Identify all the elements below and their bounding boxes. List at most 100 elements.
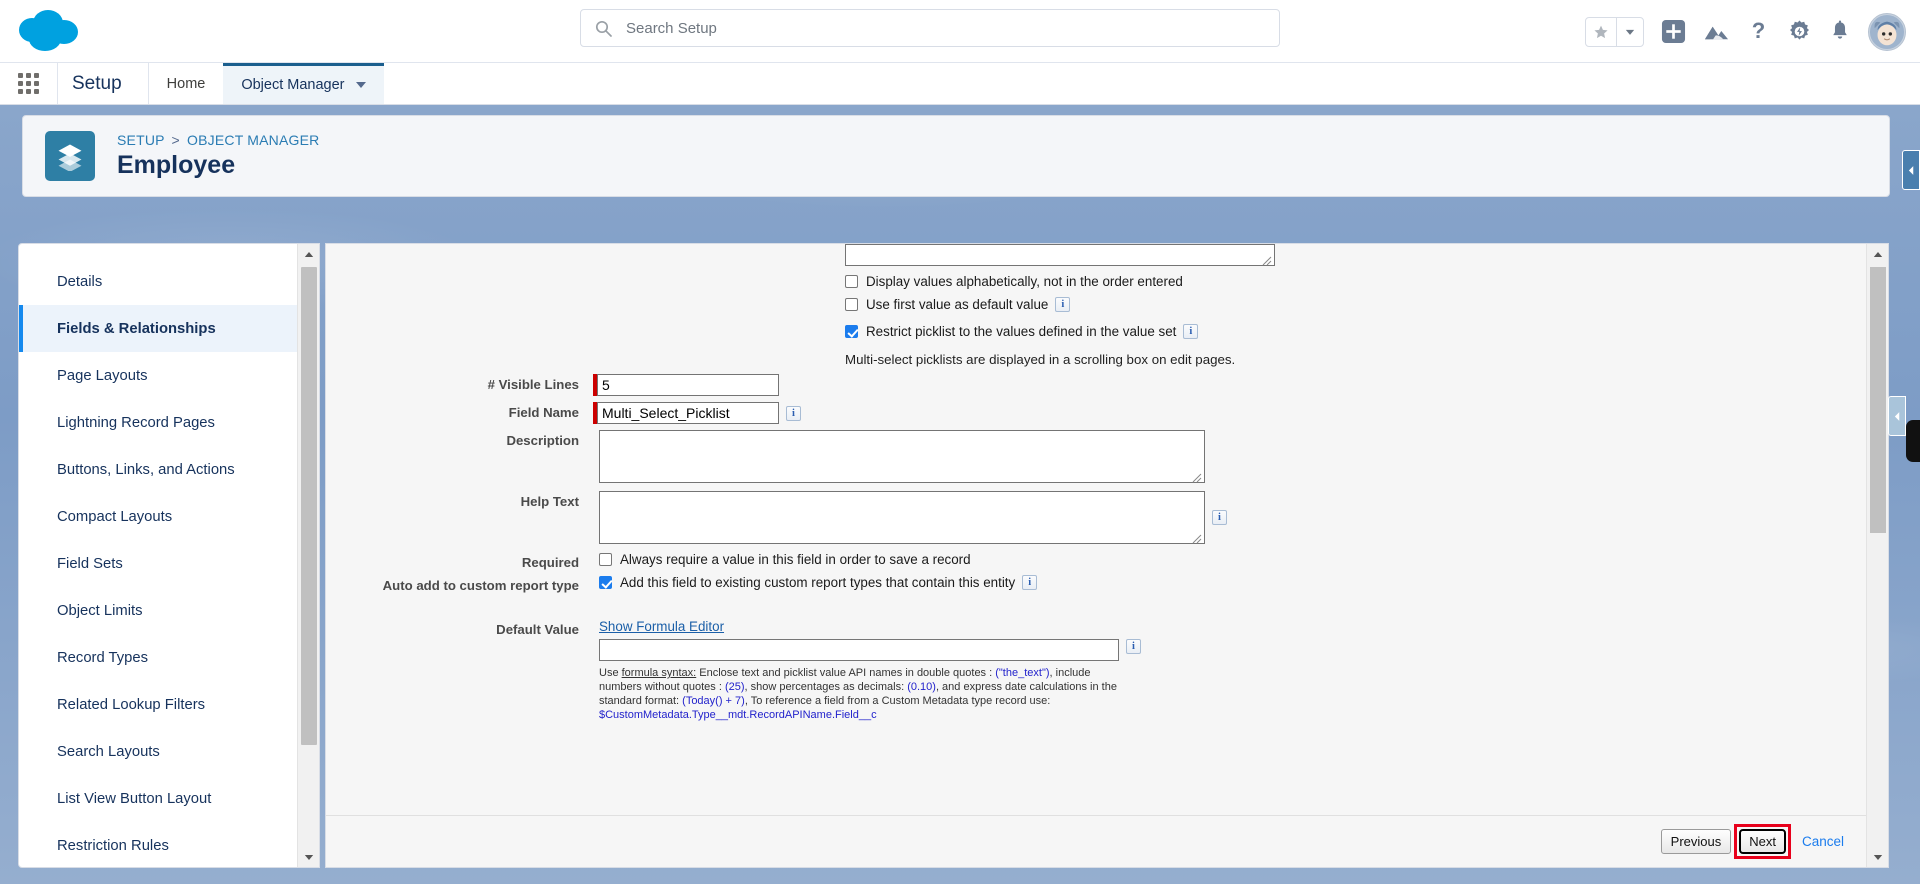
search-placeholder: Search Setup <box>626 19 717 37</box>
sidebar-item-restriction-rules[interactable]: Restriction Rules <box>19 822 299 867</box>
info-icon[interactable]: i <box>1055 297 1071 312</box>
formula-syntax-help: Use formula syntax: Enclose text and pic… <box>599 666 1129 722</box>
sidebar-item-search-layouts[interactable]: Search Layouts <box>19 728 299 775</box>
option-use-first-value-default[interactable]: Use first value as default value i <box>845 293 1198 316</box>
app-launcher-button[interactable] <box>0 63 58 104</box>
resize-grip-icon[interactable] <box>1192 471 1202 483</box>
form-scrollbar[interactable] <box>1866 244 1888 867</box>
info-icon[interactable]: i <box>786 405 801 421</box>
setup-gear-icon[interactable] <box>1787 19 1812 44</box>
scroll-down-arrow-icon[interactable] <box>298 847 319 867</box>
field-wizard-panel: Display values alphabetically, not in th… <box>325 243 1889 868</box>
cancel-link[interactable]: Cancel <box>1802 834 1844 849</box>
default-value-input[interactable] <box>599 639 1119 661</box>
previous-button[interactable]: Previous <box>1660 829 1732 854</box>
required-checkbox[interactable] <box>599 553 612 566</box>
app-launcher-icon <box>18 73 39 94</box>
setup-title: Setup <box>58 63 149 104</box>
sidebar-scroll-thumb[interactable] <box>301 267 317 745</box>
svg-text:?: ? <box>1752 19 1765 43</box>
tab-object-manager-label: Object Manager <box>241 77 345 93</box>
resize-grip-icon[interactable] <box>1262 254 1272 266</box>
next-button-highlight: Next <box>1734 824 1791 859</box>
required-label: Required <box>521 555 579 570</box>
salesforce-cloud-logo[interactable] <box>18 6 92 58</box>
next-button[interactable]: Next <box>1739 829 1786 854</box>
option-label: Restrict picklist to the values defined … <box>866 324 1177 339</box>
info-icon[interactable]: i <box>1126 639 1141 654</box>
sidebar-item-record-types[interactable]: Record Types <box>19 634 299 681</box>
notifications-bell-icon[interactable] <box>1829 19 1851 44</box>
sidebar-item-list: Details Fields & Relationships Page Layo… <box>19 244 299 867</box>
field-name-label: Field Name <box>508 405 579 420</box>
resize-grip-icon[interactable] <box>1192 532 1202 544</box>
search-input[interactable]: Search Setup <box>580 9 1280 47</box>
panel-collapse-handle[interactable] <box>1888 396 1906 436</box>
info-icon[interactable]: i <box>1183 324 1199 339</box>
formula-syntax-link[interactable]: formula syntax: <box>622 667 697 679</box>
help-p1b: Enclose text and picklist value API name… <box>696 667 996 679</box>
favorites-group[interactable] <box>1585 16 1644 47</box>
sidebar-item-compact-layouts[interactable]: Compact Layouts <box>19 493 299 540</box>
favorites-dropdown-icon[interactable] <box>1616 17 1643 46</box>
add-icon[interactable] <box>1661 19 1686 44</box>
sidebar-item-details[interactable]: Details <box>19 258 299 305</box>
header-collapse-handle[interactable] <box>1902 150 1920 190</box>
visible-lines-input[interactable] <box>597 374 779 396</box>
help-p2-code2: (0.10) <box>907 681 936 693</box>
breadcrumb-setup-link[interactable]: SETUP <box>117 132 164 148</box>
breadcrumb-separator: > <box>171 132 180 149</box>
scroll-up-arrow-icon[interactable] <box>298 244 319 264</box>
user-avatar[interactable] <box>1868 12 1906 51</box>
edge-indicator <box>1906 420 1920 462</box>
sidebar-item-page-layouts[interactable]: Page Layouts <box>19 352 299 399</box>
sidebar-item-fields-and-relationships[interactable]: Fields & Relationships <box>19 305 299 352</box>
sidebar-scrollbar[interactable] <box>297 244 319 867</box>
sidebar-item-label: Buttons, Links, and Actions <box>57 461 235 478</box>
search-icon <box>595 20 612 37</box>
auto-add-report-type-row: Auto add to custom report type Add this … <box>326 575 1526 593</box>
header-icon-group: ? <box>1585 0 1906 63</box>
help-icon[interactable]: ? <box>1747 19 1770 44</box>
sidebar-item-label: Page Layouts <box>57 367 148 384</box>
use-first-value-checkbox[interactable] <box>845 298 858 311</box>
restrict-picklist-checkbox[interactable] <box>845 325 858 338</box>
auto-add-report-type-checkbox[interactable] <box>599 576 612 589</box>
sidebar-item-object-limits[interactable]: Object Limits <box>19 587 299 634</box>
tab-home-label: Home <box>166 75 206 92</box>
sidebar-item-related-lookup-filters[interactable]: Related Lookup Filters <box>19 681 299 728</box>
tab-object-manager[interactable]: Object Manager <box>223 63 384 104</box>
field-name-input[interactable] <box>597 402 779 424</box>
object-layers-icon <box>45 131 95 181</box>
favorites-star-icon[interactable] <box>1586 18 1616 46</box>
tab-home[interactable]: Home <box>149 63 224 104</box>
option-restrict-picklist[interactable]: Restrict picklist to the values defined … <box>845 320 1199 343</box>
required-row: Required Always require a value in this … <box>326 552 1526 570</box>
help-text-textarea[interactable] <box>599 491 1205 544</box>
scroll-up-arrow-icon[interactable] <box>1867 244 1888 264</box>
option-display-alphabetically[interactable]: Display values alphabetically, not in th… <box>845 270 1198 293</box>
info-icon[interactable]: i <box>1022 575 1038 590</box>
show-formula-editor-link[interactable]: Show Formula Editor <box>599 619 1526 634</box>
sidebar-item-label: Restriction Rules <box>57 837 169 854</box>
breadcrumb-object-manager-link[interactable]: OBJECT MANAGER <box>187 132 319 148</box>
sidebar-item-label: Lightning Record Pages <box>57 414 215 431</box>
sidebar-item-label: Details <box>57 273 103 290</box>
form-scroll-thumb[interactable] <box>1870 267 1886 533</box>
sidebar-item-field-sets[interactable]: Field Sets <box>19 540 299 587</box>
help-p2d: , To <box>744 695 763 707</box>
sidebar-item-lightning-record-pages[interactable]: Lightning Record Pages <box>19 399 299 446</box>
display-alphabetically-checkbox[interactable] <box>845 275 858 288</box>
wizard-footer: Previous Next Cancel <box>326 815 1866 867</box>
scroll-down-arrow-icon[interactable] <box>1867 847 1888 867</box>
info-icon[interactable]: i <box>1212 510 1227 525</box>
chevron-down-icon <box>355 82 366 88</box>
sidebar-item-buttons-links-and-actions[interactable]: Buttons, Links, and Actions <box>19 446 299 493</box>
visible-lines-label: # Visible Lines <box>487 377 579 392</box>
search-setup-container[interactable]: Search Setup <box>580 9 1280 47</box>
trailhead-icon[interactable] <box>1703 19 1730 44</box>
picklist-values-textarea[interactable] <box>845 244 1275 266</box>
description-textarea[interactable] <box>599 430 1205 483</box>
description-label: Description <box>506 433 579 448</box>
sidebar-item-list-view-button-layout[interactable]: List View Button Layout <box>19 775 299 822</box>
